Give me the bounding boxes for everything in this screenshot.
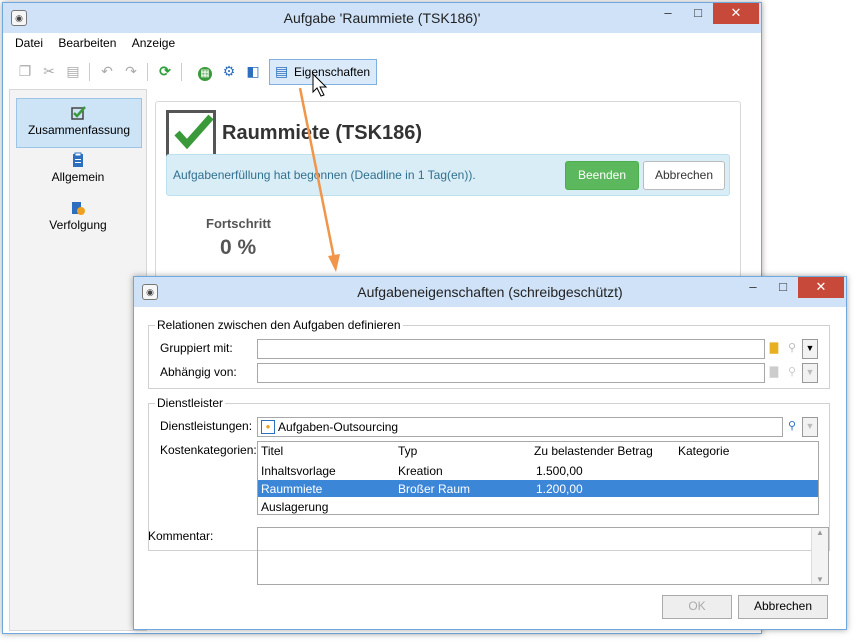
search-icon[interactable]: ⚲	[784, 418, 800, 434]
services-field[interactable]: ● Aufgaben-Outsourcing	[257, 417, 783, 437]
comment-scrollbar[interactable]: ▲ ▼	[811, 528, 828, 584]
column-header-title[interactable]: Titel	[261, 444, 283, 458]
services-value: Aufgaben-Outsourcing	[278, 420, 399, 434]
scroll-down-icon[interactable]: ▼	[812, 575, 828, 584]
scroll-up-icon[interactable]: ▲	[812, 528, 828, 537]
cell-title: Inhaltsvorlage	[261, 464, 336, 478]
menu-bar: Datei Bearbeiten Anzeige	[3, 33, 761, 53]
cell-amount: 1.200,00	[536, 482, 583, 496]
services-dropdown[interactable]: ▼	[802, 417, 818, 437]
search-icon: ⚲	[787, 366, 797, 378]
sidebar-item-verfolgung[interactable]: Verfolgung	[16, 194, 140, 242]
clipboard-icon: ▤	[275, 63, 289, 79]
toolbar-separator	[89, 63, 90, 81]
cell-amount: 1.500,00	[536, 464, 583, 478]
tracking-icon[interactable]: ◧	[243, 61, 263, 81]
services-label: Dienstleistungen:	[160, 419, 253, 433]
cell-title: Raummiete	[261, 482, 323, 496]
main-window-title: Aufgabe 'Raummiete (TSK186)'	[283, 10, 481, 26]
copy-icon[interactable]: ❐	[15, 61, 35, 81]
provider-legend: Dienstleister	[155, 396, 226, 410]
menu-bearbeiten[interactable]: Bearbeiten	[52, 33, 122, 53]
sidebar-item-label: Allgemein	[51, 170, 105, 184]
maximize-button[interactable]: □	[768, 277, 798, 298]
table-row-selected[interactable]: Raummiete Broßer Raum 1.200,00	[258, 480, 818, 497]
comment-label: Kommentar:	[148, 529, 214, 543]
sidebar-item-label: Verfolgung	[49, 218, 107, 232]
cell-type: Kreation	[398, 464, 443, 478]
main-titlebar[interactable]: ◉ Aufgabe 'Raummiete (TSK186)' – □ ✕	[3, 3, 761, 33]
column-header-amount[interactable]: Zu belastender Betrag	[534, 444, 653, 458]
grouped-label: Gruppiert mit:	[160, 341, 233, 355]
sidebar-item-label: Zusammenfassung	[27, 123, 131, 137]
check-icon	[71, 106, 86, 120]
task-title: Raummiete (TSK186)	[222, 122, 423, 144]
settings-icon[interactable]: ⚙	[219, 61, 239, 81]
table-row[interactable]: Auslagerung	[258, 498, 818, 515]
toolbar-separator	[181, 63, 182, 81]
cell-title: Auslagerung	[261, 500, 329, 514]
column-header-category[interactable]: Kategorie	[678, 444, 729, 458]
sidebar-item-zusammenfassung[interactable]: Zusammenfassung	[16, 98, 142, 148]
menu-anzeige[interactable]: Anzeige	[126, 33, 181, 53]
depends-field[interactable]	[257, 363, 765, 383]
minimize-button[interactable]: –	[738, 277, 768, 298]
relations-legend: Relationen zwischen den Aufgaben definie…	[155, 318, 403, 332]
services-item-icon: ●	[261, 420, 275, 434]
cell-type: Broßer Raum	[398, 482, 471, 496]
cut-icon[interactable]: ✂	[39, 61, 59, 81]
column-header-type[interactable]: Typ	[398, 444, 417, 458]
toolbar-separator	[147, 63, 148, 81]
cancel-task-button[interactable]: Abbrechen	[643, 161, 725, 190]
cost-label: Kostenkategorien:	[160, 443, 257, 457]
progress-value: 0 %	[220, 236, 257, 259]
properties-dialog: ◉ Aufgabeneigenschaften (schreibgeschütz…	[133, 276, 847, 630]
ok-button[interactable]: OK	[662, 595, 732, 619]
finish-button[interactable]: Beenden	[565, 161, 639, 190]
properties-label: Eigenschaften	[294, 65, 371, 79]
maximize-button[interactable]: □	[683, 3, 713, 24]
clipboard-icon	[73, 152, 83, 167]
dialog-body: Relationen zwischen den Aufgaben definie…	[134, 307, 846, 629]
depends-label: Abhängig von:	[160, 365, 237, 379]
undo-icon[interactable]: ↶	[97, 61, 117, 81]
table-row[interactable]: Inhaltsvorlage Kreation 1.500,00	[258, 462, 818, 479]
comment-field[interactable]: ▲ ▼	[257, 527, 829, 585]
grouped-dropdown[interactable]: ▼	[802, 339, 818, 359]
paste-icon[interactable]: ▤	[63, 61, 83, 81]
toolbar: ❐ ✂ ▤ ↶ ↷ ⟳ ▦ ⚙ ◧ ▤ Eigenschaften	[3, 57, 761, 87]
grouped-field[interactable]	[257, 339, 765, 359]
progress-label: Fortschritt	[206, 216, 271, 231]
close-button[interactable]: ✕	[798, 277, 844, 298]
refresh-icon[interactable]: ⟳	[155, 61, 175, 81]
minimize-button[interactable]: –	[653, 3, 683, 24]
table-header: Titel Typ Zu belastender Betrag Kategori…	[258, 442, 818, 459]
sidebar: Zusammenfassung Allgemein Verfolgung	[9, 89, 147, 631]
properties-button[interactable]: ▤ Eigenschaften	[269, 59, 377, 85]
calculator-icon[interactable]: ▦	[195, 61, 215, 81]
close-button[interactable]: ✕	[713, 3, 759, 24]
task-check-icon	[166, 110, 216, 158]
dialog-titlebar[interactable]: ◉ Aufgabeneigenschaften (schreibgeschütz…	[134, 277, 846, 307]
cancel-button[interactable]: Abbrechen	[738, 595, 828, 619]
status-alert: Aufgabenerfüllung hat begonnen (Deadline…	[166, 154, 730, 196]
folder-icon[interactable]: ▇	[766, 340, 782, 356]
redo-icon[interactable]: ↷	[121, 61, 141, 81]
sidebar-item-allgemein[interactable]: Allgemein	[16, 146, 140, 194]
menu-datei[interactable]: Datei	[9, 33, 49, 53]
depends-dropdown: ▼	[802, 363, 818, 383]
search-icon[interactable]: ⚲	[784, 340, 800, 356]
tracking-icon	[72, 202, 85, 215]
folder-icon: ▇	[769, 366, 779, 378]
cost-table: Titel Typ Zu belastender Betrag Kategori…	[257, 441, 819, 515]
alert-text: Aufgabenerfüllung hat begonnen (Deadline…	[173, 168, 476, 182]
